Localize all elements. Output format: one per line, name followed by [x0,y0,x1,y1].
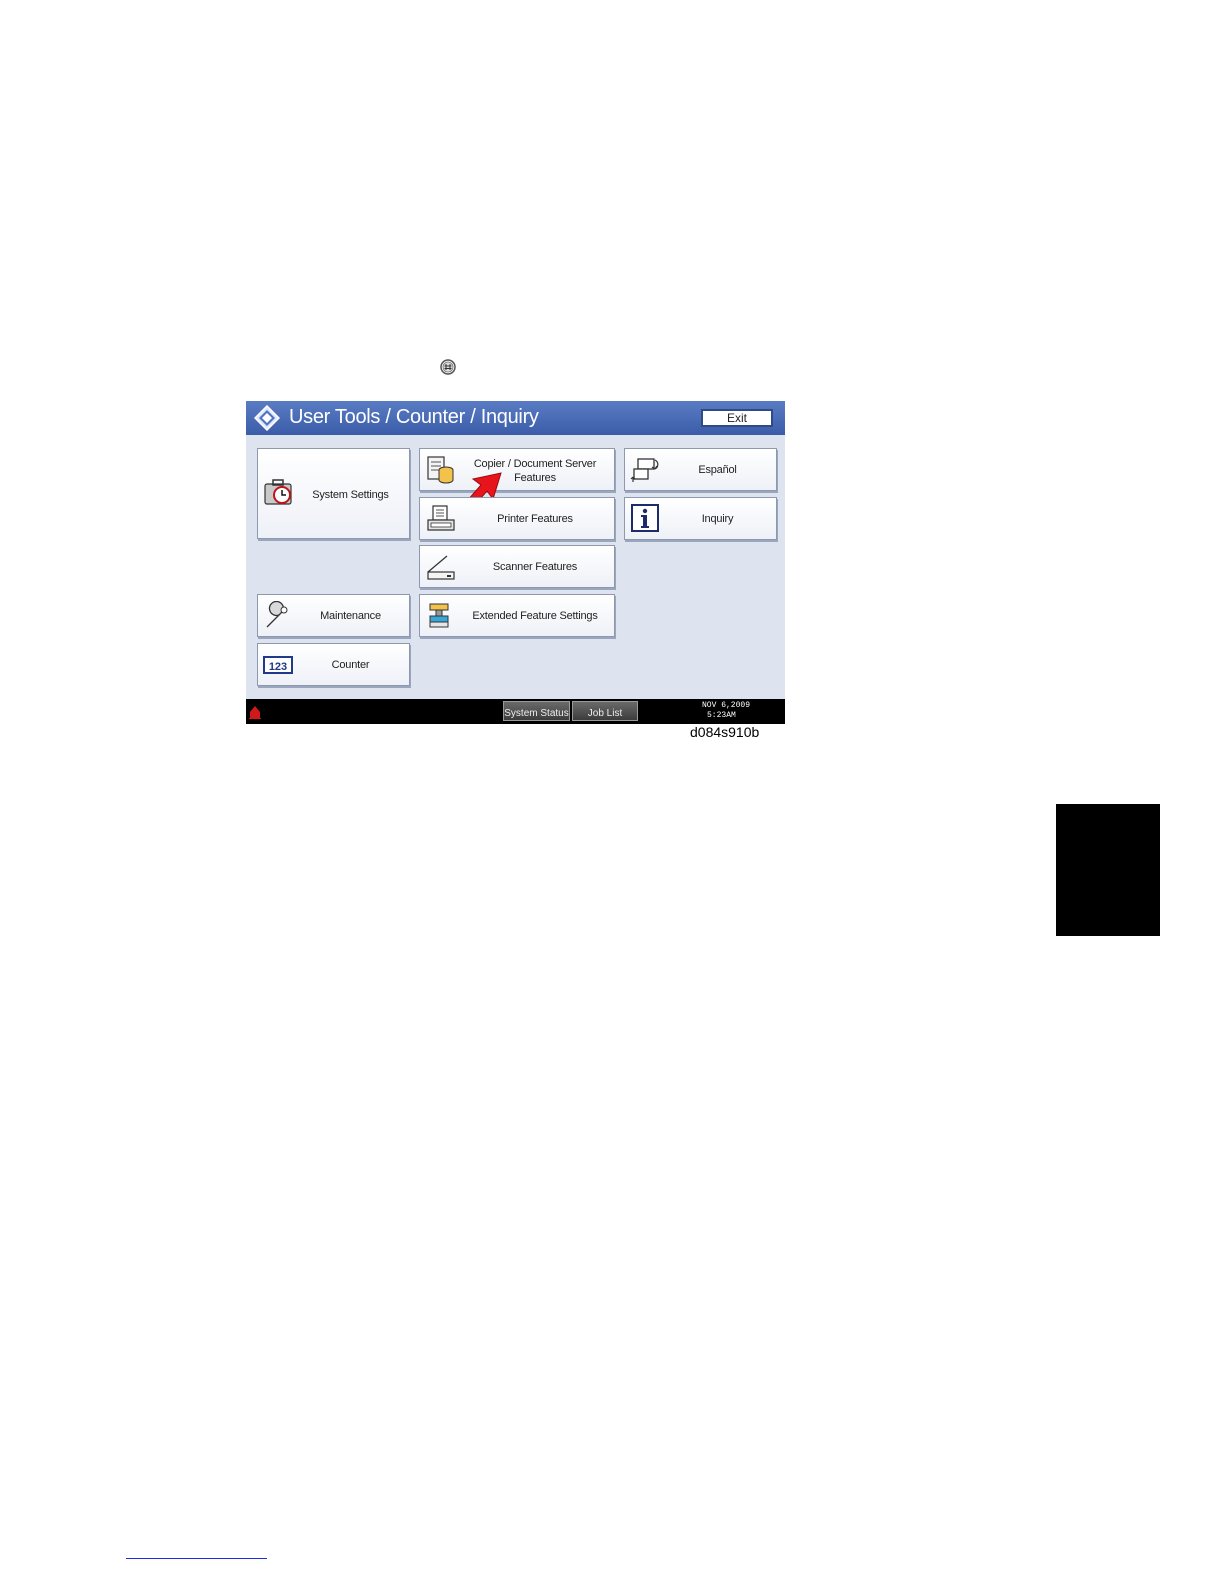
job-list-button[interactable]: Job List [572,701,638,721]
svg-text:123: 123 [269,661,287,673]
wrench-icon [266,601,288,628]
maintenance-button[interactable]: Maintenance [257,594,410,637]
status-bar: System Status Job List NOV 6,2009 5:23AM [246,699,785,724]
scanner-features-button[interactable]: Scanner Features [419,545,615,588]
info-icon [631,504,659,532]
inquiry-button[interactable]: Inquiry [624,497,777,540]
exit-button[interactable]: Exit [701,409,773,427]
copier-label-line1: Copier / Document Server [473,458,597,470]
figure-label: d084s910b [690,724,760,740]
extended-feature-settings-label: Extended Feature Settings [472,610,598,622]
printer-icon [427,505,455,531]
language-espanol-button[interactable]: Español [624,448,777,491]
user-tools-icon [254,405,280,431]
system-settings-label: System Settings [312,489,389,501]
copier-document-server-features-button[interactable]: Copier / Document Server Features [419,448,615,508]
counter-label: Counter [331,659,370,671]
scanner-features-label: Scanner Features [492,561,578,573]
system-settings-icon [264,479,292,505]
counter-button[interactable]: 123 Counter [257,643,410,686]
copier-document-server-icon [427,456,454,484]
scanner-icon [427,555,455,580]
page-title: User Tools / Counter / Inquiry [289,406,539,428]
section-tab-marker [1056,804,1160,936]
extended-feature-icon [429,603,449,628]
system-status-button[interactable]: System Status [503,701,570,721]
brand-logo-icon [249,706,261,719]
system-settings-button[interactable]: System Settings [257,448,410,539]
extended-feature-settings-button[interactable]: Extended Feature Settings [419,594,615,637]
language-switch-icon [630,458,659,482]
user-tools-key-icon [440,359,456,375]
clock-date: NOV 6,2009 [702,701,751,710]
printer-features-button[interactable]: Printer Features [419,497,615,540]
maintenance-label: Maintenance [320,610,381,622]
user-tools-screen: User Tools / Counter / Inquiry Exit Syst… [246,401,785,724]
title-bar: User Tools / Counter / Inquiry Exit [246,401,785,435]
inquiry-label: Inquiry [701,513,734,525]
footer-link-rule [126,1558,267,1559]
clock-time: 5:23AM [707,711,736,720]
counter-icon: 123 [263,656,293,674]
espanol-label: Español [698,464,737,476]
printer-features-label: Printer Features [497,513,573,525]
